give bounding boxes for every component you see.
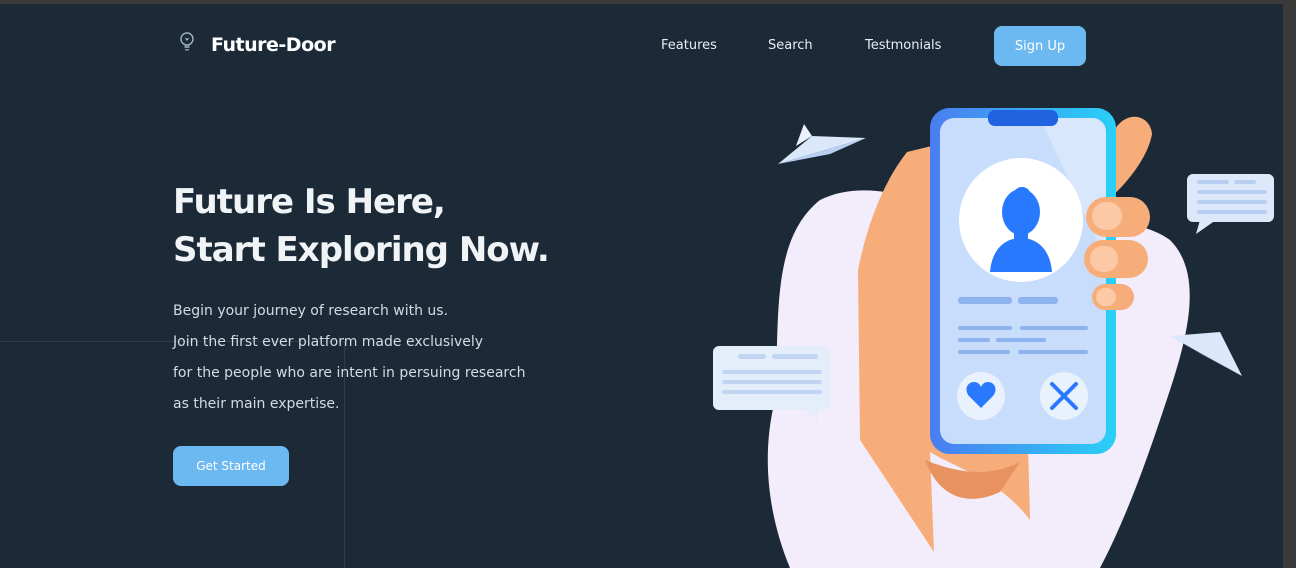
nav-link-testimonials[interactable]: Testmonials bbox=[865, 38, 941, 53]
hero-description: Begin your journey of research with us. … bbox=[173, 296, 525, 420]
nav-link-features[interactable]: Features bbox=[661, 38, 717, 53]
landing-page: Future-Door Features Search Testmonials … bbox=[0, 4, 1283, 568]
hero-illustration bbox=[700, 100, 1283, 568]
paper-plane-icon bbox=[1170, 332, 1242, 376]
chat-bubble-icon bbox=[1187, 174, 1274, 234]
brand-name[interactable]: Future-Door bbox=[211, 34, 336, 56]
phone-icon bbox=[930, 108, 1116, 454]
hero-text-line-1: Begin your journey of research with us. bbox=[173, 303, 449, 319]
hero-text-line-2: Join the first ever platform made exclus… bbox=[173, 334, 484, 350]
paper-plane-icon bbox=[778, 124, 866, 164]
lightbulb-icon[interactable] bbox=[178, 30, 196, 54]
get-started-button[interactable]: Get Started bbox=[173, 446, 289, 486]
sign-up-button[interactable]: Sign Up bbox=[994, 26, 1086, 66]
hero-text-line-3: for the people who are intent in persuin… bbox=[173, 365, 526, 381]
nav-link-search[interactable]: Search bbox=[768, 38, 813, 53]
hero-title: Future Is Here, Start Exploring Now. bbox=[173, 178, 550, 274]
window-right-edge bbox=[1283, 0, 1296, 568]
chat-bubble-icon bbox=[713, 346, 830, 422]
hero-text-line-4: as their main expertise. bbox=[173, 396, 340, 412]
hero-title-line-1: Future Is Here, bbox=[173, 182, 446, 222]
hero-title-line-2: Start Exploring Now. bbox=[173, 230, 550, 270]
